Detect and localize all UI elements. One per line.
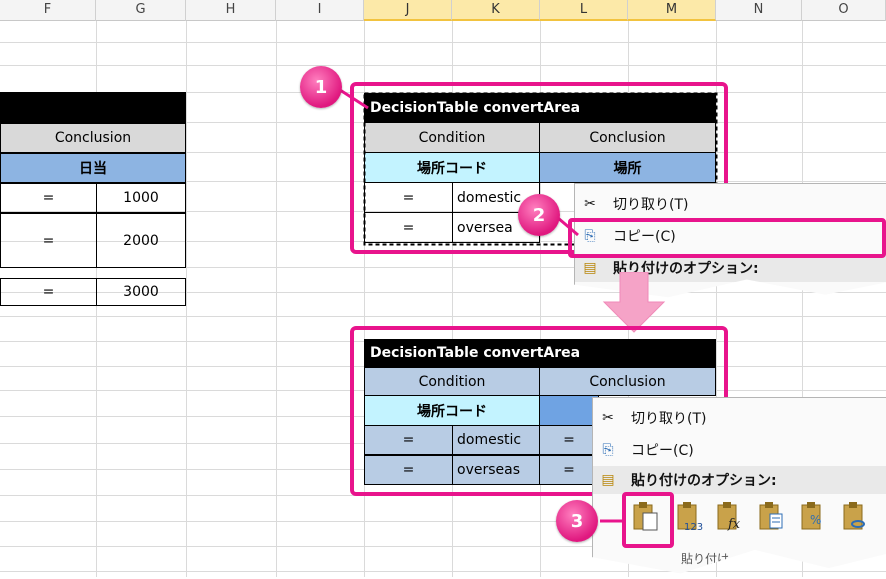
paste-formulas-icon[interactable]: fx xyxy=(716,500,744,532)
col-header-i[interactable]: I xyxy=(276,0,364,21)
clipboard-icon: ▤ xyxy=(601,472,615,488)
col-header-k[interactable]: K xyxy=(452,0,540,21)
left-table-value[interactable]: 3000 xyxy=(96,278,186,306)
paste-values-icon[interactable]: 123 xyxy=(676,500,704,532)
highlight-frame-paste xyxy=(622,492,674,548)
left-table-value[interactable]: 2000 xyxy=(96,213,186,268)
col-header-o[interactable]: O xyxy=(802,0,886,21)
left-table-title-row xyxy=(0,92,186,123)
clipboard-icon: ▤ xyxy=(583,260,597,276)
menu-item-cut[interactable]: ✂ 切り取り(T) xyxy=(593,404,886,432)
col-header-f[interactable]: F xyxy=(0,0,96,21)
col-header-m[interactable]: M xyxy=(628,0,716,21)
menu-paste-options-header: ▤ 貼り付けのオプション: xyxy=(593,466,886,494)
left-table-header[interactable]: Conclusion xyxy=(0,123,186,153)
step-badge-1: 1 xyxy=(300,66,342,108)
step-badge-2: 2 xyxy=(518,194,560,236)
left-table-value[interactable]: 1000 xyxy=(96,183,186,213)
svg-text:fx: fx xyxy=(727,517,741,532)
scissors-icon: ✂ xyxy=(584,196,596,212)
svg-text:123: 123 xyxy=(684,522,703,532)
left-table-op[interactable]: = xyxy=(0,278,97,306)
menu-item-cut[interactable]: ✂ 切り取り(T) xyxy=(575,190,886,218)
menu-item-copy[interactable]: ⎘ コピー(C) xyxy=(593,436,886,464)
scissors-icon: ✂ xyxy=(602,410,614,426)
copy-icon: ⎘ xyxy=(602,442,614,458)
context-menu-bottom: ✂ 切り取り(T) ⎘ コピー(C) ▤ 貼り付けのオプション: 貼り付け xyxy=(592,397,886,574)
svg-text:%: % xyxy=(810,513,821,527)
down-arrow xyxy=(602,272,666,333)
paste-link-icon[interactable] xyxy=(842,500,870,532)
step-badge-3: 3 xyxy=(556,500,598,542)
left-table-op[interactable]: = xyxy=(0,183,97,213)
col-header-l[interactable]: L xyxy=(540,0,628,21)
column-headers: F G H I J K L M N O xyxy=(0,0,886,21)
highlight-frame-copy xyxy=(568,218,886,258)
col-header-n[interactable]: N xyxy=(716,0,802,21)
paste-transpose-icon[interactable] xyxy=(758,500,786,532)
col-header-h[interactable]: H xyxy=(186,0,276,21)
col-header-g[interactable]: G xyxy=(96,0,186,21)
paste-formatting-icon[interactable]: % xyxy=(800,500,828,532)
col-header-j[interactable]: J xyxy=(364,0,452,21)
left-table-op[interactable]: = xyxy=(0,213,97,268)
left-table-subheader[interactable]: 日当 xyxy=(0,153,186,183)
